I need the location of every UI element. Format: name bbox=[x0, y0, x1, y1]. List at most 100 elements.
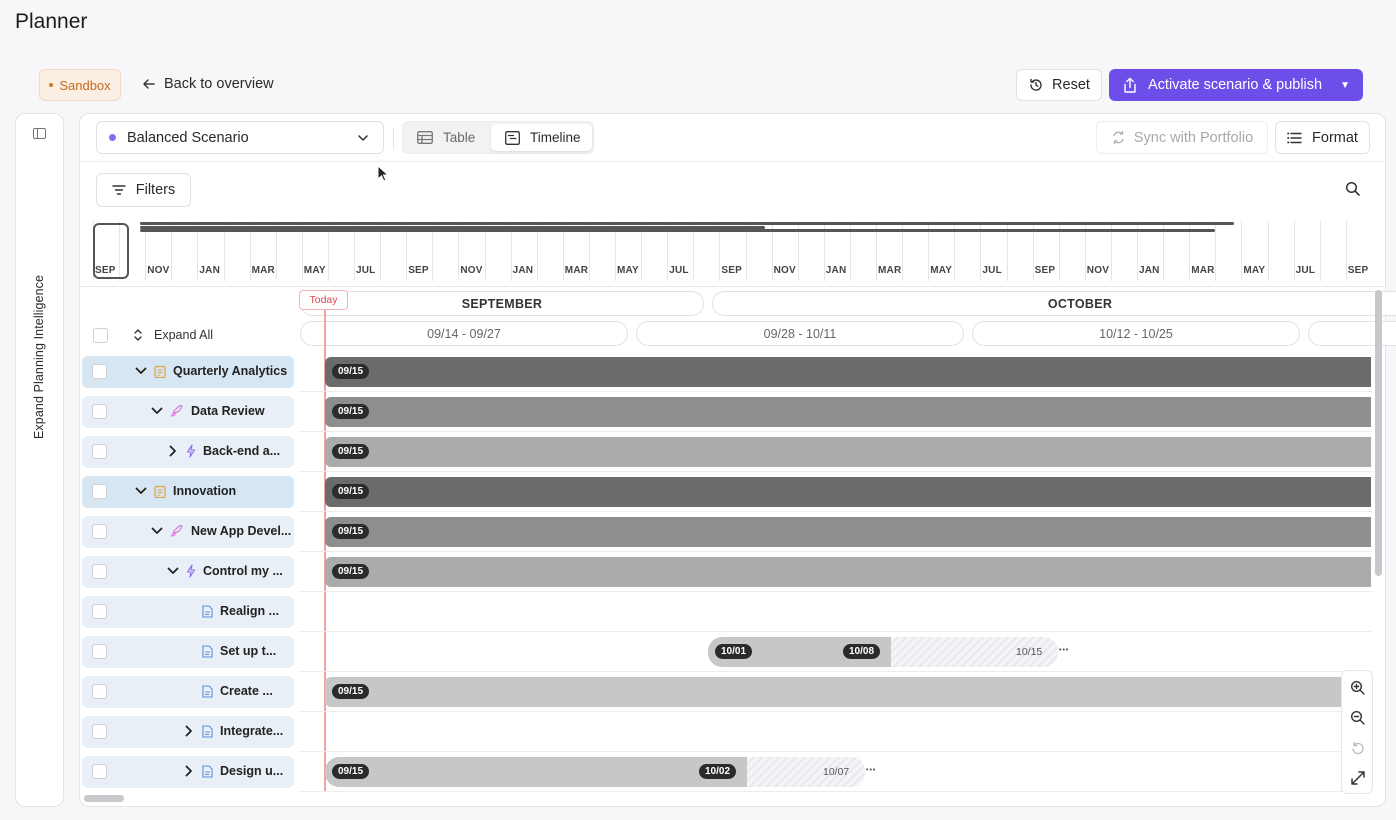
chevron-right-icon[interactable] bbox=[183, 725, 195, 737]
row-label[interactable]: Design u... bbox=[82, 756, 294, 788]
gantt-bar[interactable] bbox=[325, 517, 1371, 547]
minimap-month-label: SEP bbox=[1347, 265, 1369, 276]
filters-button[interactable]: Filters bbox=[96, 173, 191, 207]
fullscreen-icon[interactable] bbox=[1349, 769, 1367, 787]
minimap-gridline bbox=[1293, 221, 1295, 281]
select-all-checkbox[interactable] bbox=[93, 327, 108, 343]
minimap-month-label: JUL bbox=[356, 265, 376, 276]
chevron-down-icon[interactable] bbox=[135, 367, 147, 375]
expand-all-control[interactable]: Expand All bbox=[93, 327, 213, 343]
week-header: 09/28 - 10/11 bbox=[636, 321, 964, 346]
minimap-gridline bbox=[1241, 221, 1243, 281]
vertical-scrollbar[interactable] bbox=[1375, 290, 1382, 576]
row-checkbox[interactable] bbox=[92, 644, 107, 659]
row-checkbox[interactable] bbox=[92, 364, 107, 379]
tab-timeline[interactable]: Timeline bbox=[491, 124, 592, 151]
reset-zoom-icon[interactable] bbox=[1349, 739, 1367, 757]
more-options-icon[interactable]: ••• bbox=[1059, 641, 1069, 661]
row-title: Control my ... bbox=[203, 564, 283, 578]
toolbar-divider bbox=[80, 161, 1385, 162]
document-icon bbox=[202, 724, 213, 738]
tab-table[interactable]: Table bbox=[417, 124, 475, 151]
rocket-icon bbox=[170, 404, 184, 418]
row-label[interactable]: Integrate... bbox=[82, 716, 294, 748]
minimap-month-label: JAN bbox=[199, 265, 220, 276]
gantt-bar[interactable] bbox=[325, 757, 747, 787]
minimap-month-label: NOV bbox=[773, 265, 796, 276]
row-label[interactable]: Innovation bbox=[82, 476, 294, 508]
filter-icon bbox=[112, 185, 126, 195]
horizontal-scrollbar[interactable] bbox=[84, 795, 124, 802]
sync-portfolio-button[interactable]: Sync with Portfolio bbox=[1096, 121, 1268, 154]
row-label[interactable]: Back-end a... bbox=[82, 436, 294, 468]
expand-planning-intelligence-label[interactable]: Expand Planning Intelligence bbox=[32, 275, 46, 439]
minimap-month-label: MAY bbox=[930, 265, 953, 276]
zoom-out-icon[interactable] bbox=[1349, 709, 1367, 727]
back-to-overview-link[interactable]: Back to overview bbox=[142, 76, 274, 92]
panel-toggle-icon[interactable] bbox=[33, 128, 46, 139]
row-checkbox[interactable] bbox=[92, 564, 107, 579]
gantt-bar[interactable] bbox=[325, 357, 1371, 387]
row-label[interactable]: Set up t... bbox=[82, 636, 294, 668]
row-divider bbox=[299, 391, 1372, 392]
row-label[interactable]: Data Review bbox=[82, 396, 294, 428]
row-divider bbox=[299, 751, 1372, 752]
bar-start-date: 09/15 bbox=[332, 364, 370, 379]
row-title: Quarterly Analytics bbox=[173, 364, 288, 378]
row-label[interactable]: New App Devel... bbox=[82, 516, 294, 548]
chevron-down-icon[interactable] bbox=[151, 407, 163, 415]
gantt-bar[interactable] bbox=[325, 677, 1371, 707]
row-checkbox[interactable] bbox=[92, 484, 107, 499]
minimap-month-label: NOV bbox=[1086, 265, 1110, 276]
row-title: Set up t... bbox=[220, 644, 277, 658]
row-label[interactable]: Quarterly Analytics bbox=[82, 356, 294, 388]
row-checkbox[interactable] bbox=[92, 444, 107, 459]
row-title: Back-end a... bbox=[203, 444, 281, 458]
minimap-month-label: SEP bbox=[95, 265, 116, 276]
zoom-in-icon[interactable] bbox=[1349, 679, 1367, 697]
row-title: Realign ... bbox=[220, 604, 280, 618]
reset-button[interactable]: Reset bbox=[1016, 69, 1102, 101]
more-options-icon[interactable]: ••• bbox=[866, 761, 876, 781]
scenario-select[interactable]: Balanced Scenario bbox=[96, 121, 384, 154]
chevron-right-icon[interactable] bbox=[167, 445, 179, 457]
chevron-down-icon[interactable] bbox=[151, 527, 163, 535]
search-button[interactable] bbox=[1345, 181, 1361, 200]
chevron-down-icon[interactable] bbox=[167, 567, 179, 575]
chevron-right-icon[interactable] bbox=[183, 765, 195, 777]
row-label[interactable]: Realign ... bbox=[82, 596, 294, 628]
minimap-month-label: JAN bbox=[825, 265, 847, 276]
row-label[interactable]: Control my ... bbox=[82, 556, 294, 588]
row-content: Realign ... bbox=[183, 604, 279, 618]
row-checkbox[interactable] bbox=[92, 764, 107, 779]
sandbox-label: Sandbox bbox=[59, 77, 111, 93]
activate-publish-button[interactable]: Activate scenario & publish ▼ bbox=[1109, 69, 1363, 101]
month-header-september: SEPTEMBER bbox=[300, 291, 704, 316]
row-content: New App Devel... bbox=[151, 524, 291, 538]
minimap-month-label: SEP bbox=[721, 265, 743, 276]
view-toggle: Table Timeline bbox=[402, 121, 594, 154]
row-content: Quarterly Analytics bbox=[135, 364, 287, 378]
minimap-month-label: JUL bbox=[669, 265, 689, 276]
row-label[interactable]: Create ... bbox=[82, 676, 294, 708]
row-checkbox[interactable] bbox=[92, 604, 107, 619]
row-checkbox[interactable] bbox=[92, 724, 107, 739]
row-checkbox[interactable] bbox=[92, 684, 107, 699]
caret-down-icon[interactable]: ▼ bbox=[1340, 80, 1350, 91]
row-checkbox[interactable] bbox=[92, 404, 107, 419]
timeline-minimap[interactable]: SEP NOV JAN MAR MAY JUL SEP NOV JAN MAR MAY JUL SEP N… bbox=[93, 221, 1372, 281]
minimap-month-label: SEP bbox=[1034, 265, 1056, 276]
minimap-month-label: MAR bbox=[564, 265, 589, 276]
row-checkbox[interactable] bbox=[92, 524, 107, 539]
gantt-bar[interactable] bbox=[325, 397, 1371, 427]
gantt-bar[interactable] bbox=[325, 477, 1371, 507]
toolbar-separator bbox=[393, 127, 394, 149]
minimap-month-label: MAY bbox=[303, 265, 326, 276]
gantt-bar[interactable] bbox=[325, 557, 1371, 587]
bar-start-date: 09/15 bbox=[332, 524, 370, 539]
format-button[interactable]: Format bbox=[1275, 121, 1370, 154]
row-content: Create ... bbox=[183, 684, 273, 698]
chevron-down-icon[interactable] bbox=[135, 487, 147, 495]
gantt-bar[interactable] bbox=[325, 437, 1371, 467]
row-title: Integrate... bbox=[220, 724, 284, 738]
